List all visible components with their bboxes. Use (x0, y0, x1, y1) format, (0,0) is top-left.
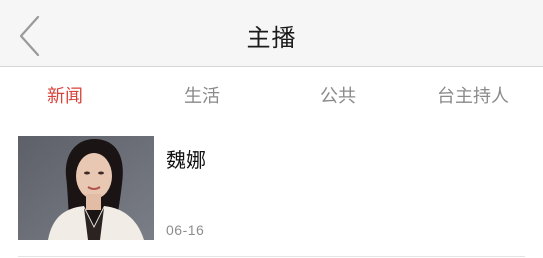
tab-life[interactable]: 生活 (184, 82, 220, 108)
item-date: 06-16 (166, 222, 205, 238)
host-photo (18, 136, 154, 240)
item-title: 魏娜 (166, 148, 206, 172)
page-title: 主播 (246, 24, 297, 52)
app-screen: 主播 新闻 生活 公共 台主持人 魏娜 06-16 (0, 0, 543, 258)
tab-hosts[interactable]: 台主持人 (437, 82, 509, 108)
category-tabs: 新闻 生活 公共 台主持人 (0, 68, 543, 122)
tab-news[interactable]: 新闻 (47, 82, 83, 108)
divider (18, 256, 525, 257)
navigation-bar: 主播 (0, 0, 543, 67)
tab-public[interactable]: 公共 (320, 82, 356, 108)
list-item[interactable]: 魏娜 06-16 (0, 122, 543, 258)
